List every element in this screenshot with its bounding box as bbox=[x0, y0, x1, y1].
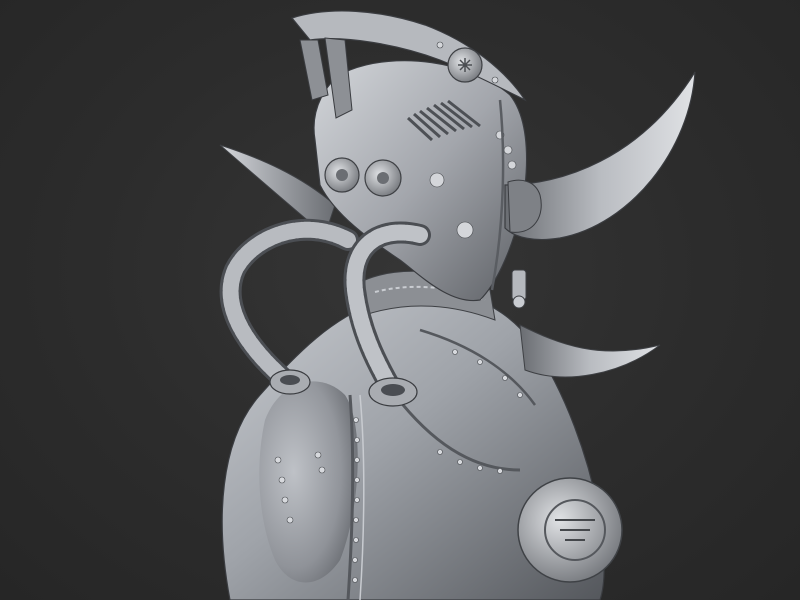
sculpt-render bbox=[219, 10, 696, 600]
helmet-eye-left bbox=[324, 157, 360, 193]
bust-torso bbox=[221, 289, 623, 600]
helmet-eye-right bbox=[364, 159, 402, 197]
helmet-medallion bbox=[447, 47, 483, 83]
render-viewport bbox=[0, 0, 800, 600]
shoulder-emblem bbox=[517, 477, 623, 583]
upper-right-horn bbox=[504, 71, 696, 241]
helmet bbox=[290, 10, 528, 302]
lower-right-horn bbox=[519, 324, 661, 378]
side-post bbox=[511, 269, 527, 309]
